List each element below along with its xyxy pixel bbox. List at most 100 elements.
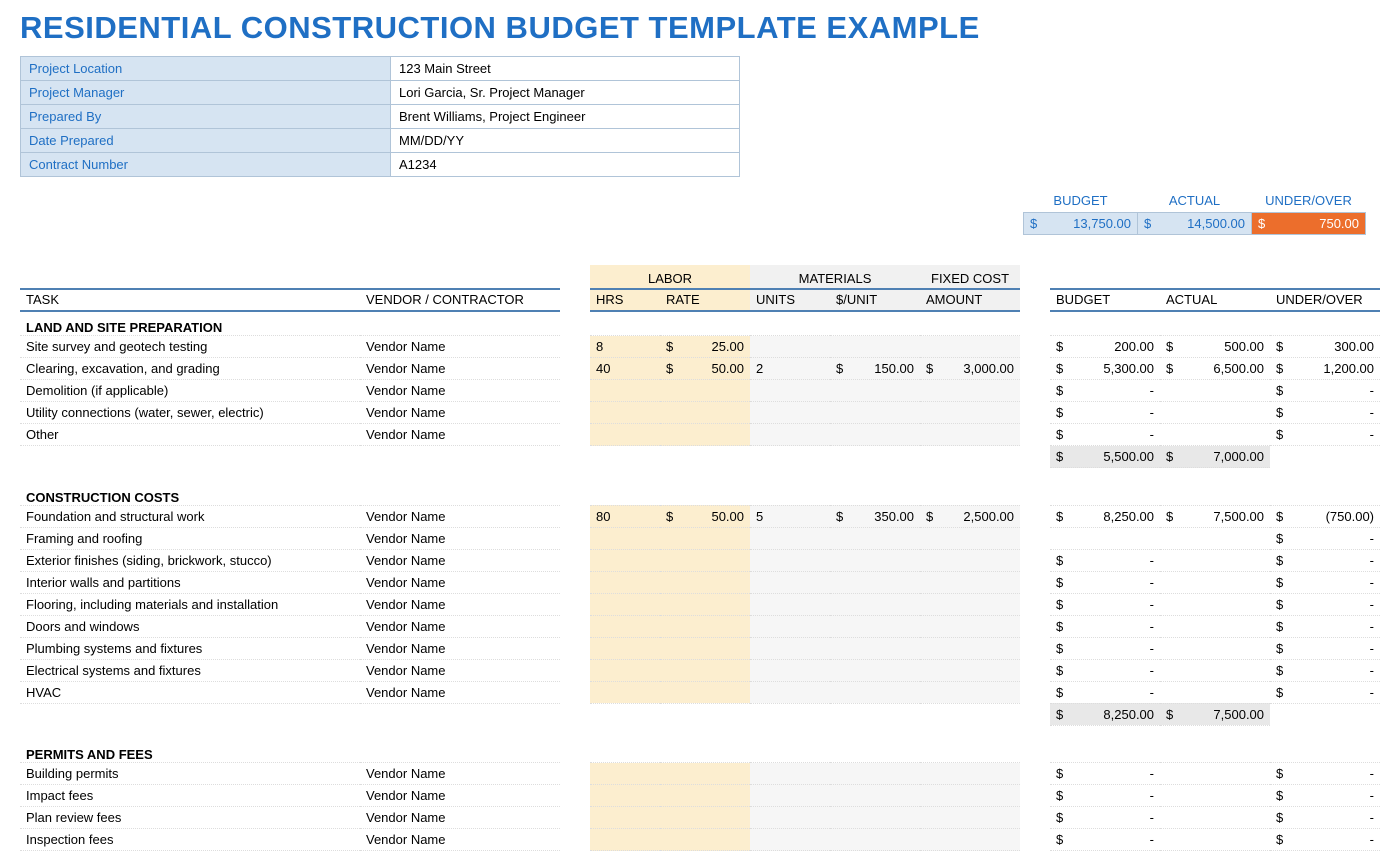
actual-cell[interactable]: $500.00 (1160, 336, 1270, 358)
vendor-cell[interactable]: Vendor Name (360, 785, 560, 807)
vendor-cell[interactable]: Vendor Name (360, 549, 560, 571)
rate-cell[interactable] (660, 593, 750, 615)
perunit-cell[interactable] (830, 593, 920, 615)
perunit-cell[interactable] (830, 571, 920, 593)
hrs-cell[interactable] (590, 637, 660, 659)
vendor-cell[interactable]: Vendor Name (360, 681, 560, 703)
units-cell[interactable]: 5 (750, 505, 830, 527)
perunit-cell[interactable]: $150.00 (830, 358, 920, 380)
rate-cell[interactable]: $25.00 (660, 336, 750, 358)
rate-cell[interactable] (660, 549, 750, 571)
vendor-cell[interactable]: Vendor Name (360, 358, 560, 380)
rate-cell[interactable] (660, 763, 750, 785)
rate-cell[interactable] (660, 785, 750, 807)
amount-cell[interactable] (920, 807, 1020, 829)
hrs-cell[interactable] (590, 615, 660, 637)
amount-cell[interactable] (920, 681, 1020, 703)
hrs-cell[interactable]: 40 (590, 358, 660, 380)
units-cell[interactable] (750, 336, 830, 358)
units-cell[interactable] (750, 681, 830, 703)
actual-cell[interactable]: $6,500.00 (1160, 358, 1270, 380)
amount-cell[interactable]: $3,000.00 (920, 358, 1020, 380)
vendor-cell[interactable]: Vendor Name (360, 807, 560, 829)
perunit-cell[interactable] (830, 681, 920, 703)
hrs-cell[interactable] (590, 380, 660, 402)
perunit-cell[interactable]: $350.00 (830, 505, 920, 527)
amount-cell[interactable]: $2,500.00 (920, 505, 1020, 527)
hrs-cell[interactable] (590, 807, 660, 829)
actual-cell[interactable] (1160, 424, 1270, 446)
perunit-cell[interactable] (830, 527, 920, 549)
units-cell[interactable] (750, 637, 830, 659)
vendor-cell[interactable]: Vendor Name (360, 659, 560, 681)
vendor-cell[interactable]: Vendor Name (360, 829, 560, 851)
amount-cell[interactable] (920, 637, 1020, 659)
perunit-cell[interactable] (830, 380, 920, 402)
perunit-cell[interactable] (830, 424, 920, 446)
actual-cell[interactable] (1160, 571, 1270, 593)
hrs-cell[interactable] (590, 785, 660, 807)
amount-cell[interactable] (920, 763, 1020, 785)
rate-cell[interactable] (660, 424, 750, 446)
units-cell[interactable] (750, 549, 830, 571)
vendor-cell[interactable]: Vendor Name (360, 637, 560, 659)
vendor-cell[interactable]: Vendor Name (360, 571, 560, 593)
vendor-cell[interactable]: Vendor Name (360, 505, 560, 527)
units-cell[interactable] (750, 615, 830, 637)
actual-cell[interactable] (1160, 593, 1270, 615)
units-cell[interactable] (750, 807, 830, 829)
actual-cell[interactable] (1160, 659, 1270, 681)
amount-cell[interactable] (920, 785, 1020, 807)
hrs-cell[interactable] (590, 593, 660, 615)
info-value-location[interactable]: 123 Main Street (391, 57, 740, 81)
actual-cell[interactable] (1160, 681, 1270, 703)
units-cell[interactable] (750, 593, 830, 615)
perunit-cell[interactable] (830, 763, 920, 785)
actual-cell[interactable]: $7,500.00 (1160, 505, 1270, 527)
perunit-cell[interactable] (830, 402, 920, 424)
rate-cell[interactable] (660, 637, 750, 659)
perunit-cell[interactable] (830, 829, 920, 851)
amount-cell[interactable] (920, 527, 1020, 549)
rate-cell[interactable] (660, 659, 750, 681)
vendor-cell[interactable]: Vendor Name (360, 527, 560, 549)
actual-cell[interactable] (1160, 402, 1270, 424)
units-cell[interactable] (750, 785, 830, 807)
hrs-cell[interactable]: 8 (590, 336, 660, 358)
hrs-cell[interactable] (590, 659, 660, 681)
perunit-cell[interactable] (830, 637, 920, 659)
amount-cell[interactable] (920, 615, 1020, 637)
actual-cell[interactable] (1160, 615, 1270, 637)
hrs-cell[interactable] (590, 763, 660, 785)
perunit-cell[interactable] (830, 615, 920, 637)
rate-cell[interactable] (660, 380, 750, 402)
amount-cell[interactable] (920, 593, 1020, 615)
perunit-cell[interactable] (830, 785, 920, 807)
perunit-cell[interactable] (830, 549, 920, 571)
units-cell[interactable] (750, 571, 830, 593)
actual-cell[interactable] (1160, 807, 1270, 829)
hrs-cell[interactable] (590, 829, 660, 851)
amount-cell[interactable] (920, 549, 1020, 571)
units-cell[interactable] (750, 380, 830, 402)
vendor-cell[interactable]: Vendor Name (360, 380, 560, 402)
hrs-cell[interactable] (590, 571, 660, 593)
rate-cell[interactable] (660, 615, 750, 637)
units-cell[interactable] (750, 659, 830, 681)
vendor-cell[interactable]: Vendor Name (360, 615, 560, 637)
actual-cell[interactable] (1160, 380, 1270, 402)
perunit-cell[interactable] (830, 336, 920, 358)
actual-cell[interactable] (1160, 829, 1270, 851)
units-cell[interactable] (750, 763, 830, 785)
rate-cell[interactable] (660, 402, 750, 424)
amount-cell[interactable] (920, 571, 1020, 593)
vendor-cell[interactable]: Vendor Name (360, 424, 560, 446)
amount-cell[interactable] (920, 380, 1020, 402)
amount-cell[interactable] (920, 424, 1020, 446)
amount-cell[interactable] (920, 659, 1020, 681)
hrs-cell[interactable] (590, 402, 660, 424)
actual-cell[interactable] (1160, 763, 1270, 785)
amount-cell[interactable] (920, 402, 1020, 424)
units-cell[interactable] (750, 424, 830, 446)
info-value-date[interactable]: MM/DD/YY (391, 129, 740, 153)
